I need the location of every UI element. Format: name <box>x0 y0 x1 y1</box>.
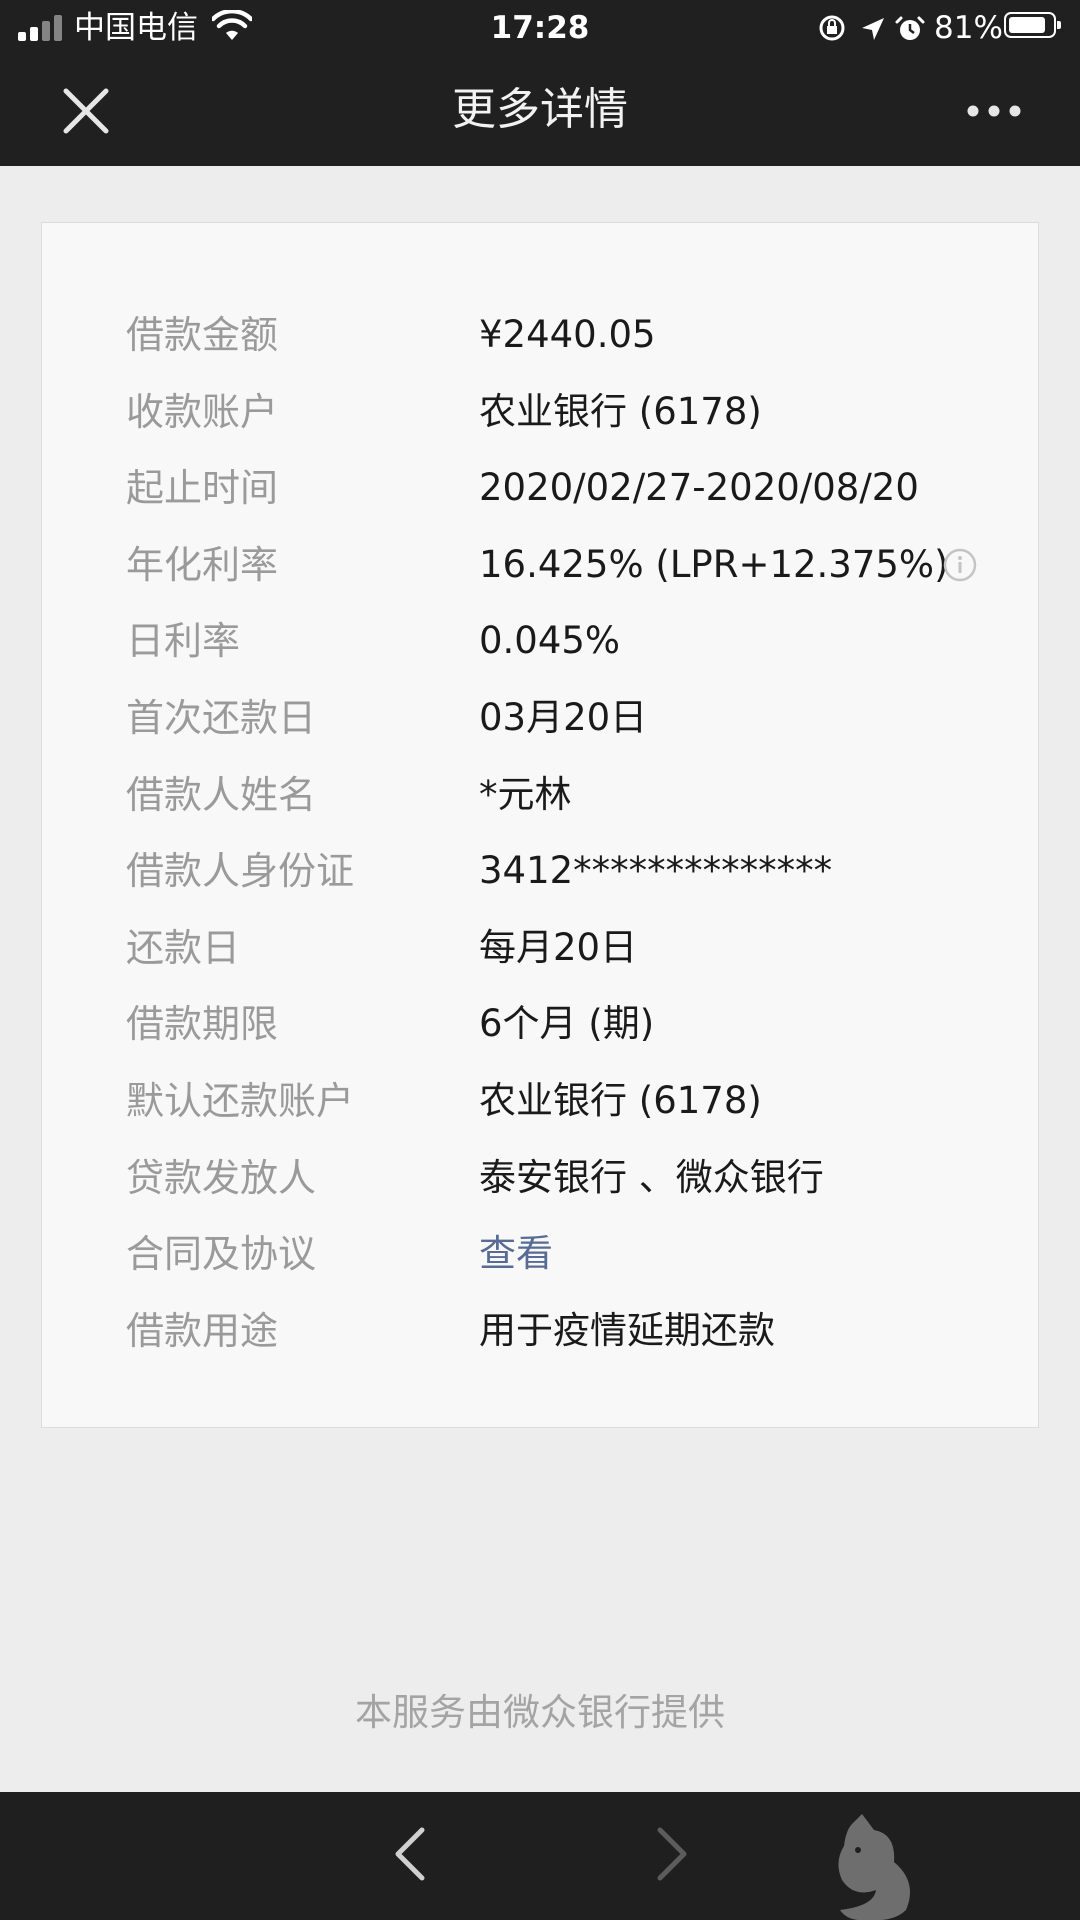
detail-row-loan-amount: 借款金额 ¥2440.05 <box>126 297 1026 374</box>
details-list: 借款金额 ¥2440.05 收款账户 农业银行 (6178) 起止时间 2020… <box>126 297 1026 1369</box>
info-icon[interactable] <box>942 547 978 583</box>
status-icons <box>819 15 925 41</box>
detail-value: 03月20日 <box>479 695 648 739</box>
detail-label: 收款账户 <box>126 389 279 434</box>
detail-row-lender: 贷款发放人 泰安银行 、微众银行 <box>126 1140 1026 1217</box>
detail-value: 3412************** <box>479 849 833 893</box>
detail-row-borrower-id: 借款人身份证 3412************** <box>126 833 1026 910</box>
detail-label: 还款日 <box>126 925 241 970</box>
detail-value: 16.425% (LPR+12.375%) <box>479 542 949 586</box>
detail-value: ¥2440.05 <box>479 313 656 356</box>
battery-percentage: 81% <box>934 10 1003 46</box>
battery-icon <box>1004 12 1061 38</box>
detail-value: 6个月 (期) <box>479 1002 655 1046</box>
forward-arrow-icon[interactable] <box>650 1822 696 1886</box>
detail-value: 0.045% <box>479 619 621 663</box>
detail-label: 年化利率 <box>126 542 279 587</box>
detail-row-contract: 合同及协议 查看 <box>126 1216 1026 1293</box>
detail-label: 借款期限 <box>126 1002 279 1047</box>
detail-row-loan-term: 借款期限 6个月 (期) <box>126 986 1026 1063</box>
detail-row-loan-purpose: 借款用途 用于疫情延期还款 <box>126 1293 1026 1370</box>
detail-label: 日利率 <box>126 619 241 664</box>
detail-label: 借款用途 <box>126 1308 279 1353</box>
detail-value: *元林 <box>479 772 572 816</box>
detail-row-loan-period: 起止时间 2020/02/27-2020/08/20 <box>126 450 1026 527</box>
detail-value: 农业银行 (6178) <box>479 1078 762 1122</box>
loan-details-card: 借款金额 ¥2440.05 收款账户 农业银行 (6178) 起止时间 2020… <box>41 222 1039 1428</box>
detail-label: 起止时间 <box>126 466 279 511</box>
detail-value: 农业银行 (6178) <box>479 389 762 433</box>
cat-silhouette-icon <box>838 1814 910 1920</box>
bottom-toolbar <box>0 1792 1080 1920</box>
detail-value: 用于疫情延期还款 <box>479 1308 775 1352</box>
detail-label: 贷款发放人 <box>126 1155 317 1200</box>
detail-label: 借款人身份证 <box>126 849 355 894</box>
page-title: 更多详情 <box>452 84 628 135</box>
back-arrow-icon[interactable] <box>386 1822 432 1886</box>
provider-note: 本服务由微众银行提供 <box>355 1691 725 1734</box>
location-icon <box>862 18 884 40</box>
detail-label: 借款金额 <box>126 313 279 357</box>
detail-row-receiving-account: 收款账户 农业银行 (6178) <box>126 374 1026 451</box>
status-bar: 中国电信 17:28 81% <box>0 0 1080 56</box>
detail-row-daily-rate: 日利率 0.045% <box>126 603 1026 680</box>
detail-row-repayment-day: 还款日 每月20日 <box>126 910 1026 987</box>
detail-label: 默认还款账户 <box>126 1078 355 1123</box>
detail-value: 2020/02/27-2020/08/20 <box>479 466 919 510</box>
detail-row-default-repayment-account: 默认还款账户 农业银行 (6178) <box>126 1063 1026 1140</box>
detail-value: 每月20日 <box>479 925 638 969</box>
detail-row-first-repayment-date: 首次还款日 03月20日 <box>126 680 1026 757</box>
detail-row-borrower-name: 借款人姓名 *元林 <box>126 757 1026 834</box>
view-contract-link[interactable]: 查看 <box>479 1216 553 1292</box>
detail-label: 首次还款日 <box>126 695 317 740</box>
detail-row-annual-rate: 年化利率 16.425% (LPR+12.375%) <box>126 527 1026 604</box>
navigation-bar: 更多详情 <box>0 56 1080 166</box>
detail-label: 合同及协议 <box>126 1232 317 1277</box>
detail-value: 泰安银行 、微众银行 <box>479 1155 824 1199</box>
ellipsis-icon[interactable] <box>960 81 1030 141</box>
rotation-lock-icon <box>819 15 845 41</box>
detail-label: 借款人姓名 <box>126 772 317 817</box>
top-bar: 中国电信 17:28 81% 更多详情 <box>0 0 1080 166</box>
alarm-icon <box>895 16 925 40</box>
